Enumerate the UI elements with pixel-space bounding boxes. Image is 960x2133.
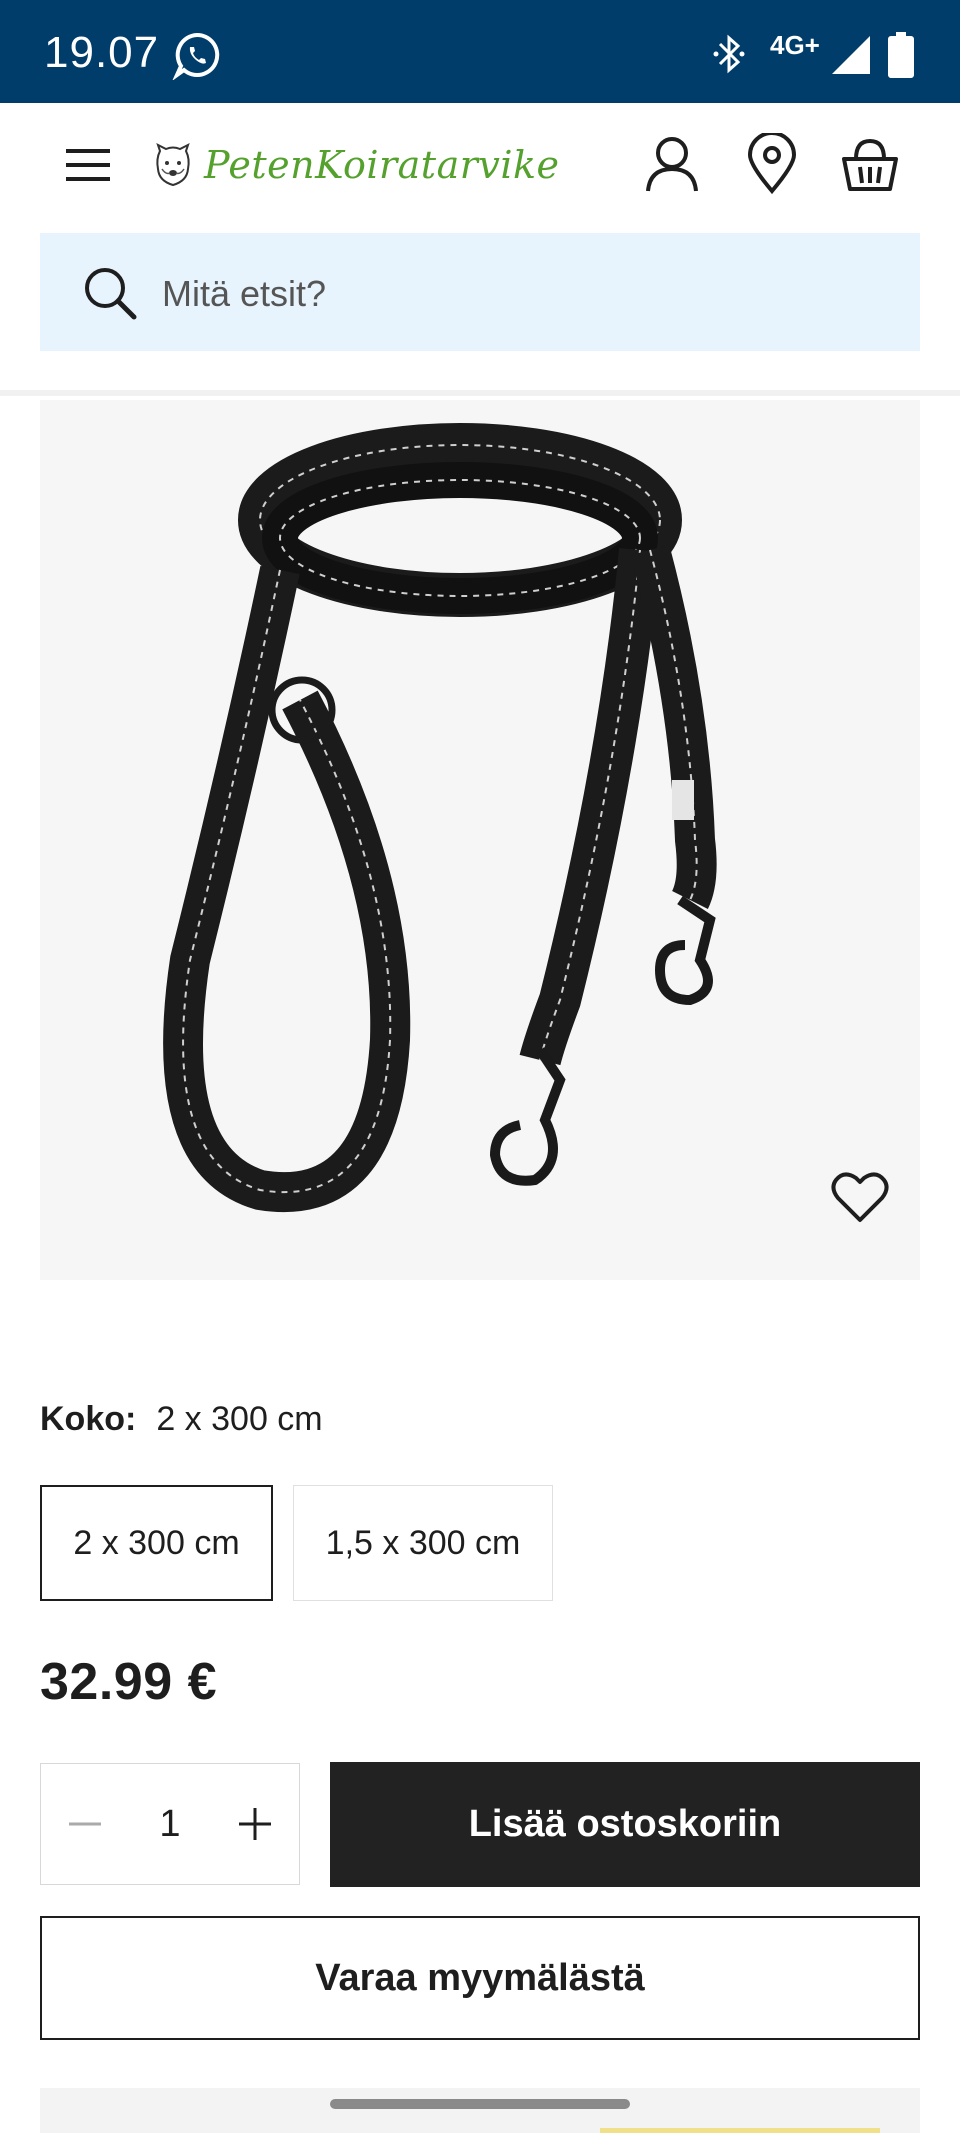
status-bar: 19.07 4G+: [0, 0, 960, 103]
status-time: 19.07: [44, 28, 160, 77]
home-indicator[interactable]: [330, 2099, 630, 2109]
search-input[interactable]: [160, 258, 884, 330]
network-type: 4G+: [770, 30, 820, 60]
product-image[interactable]: [40, 400, 920, 1280]
search-icon: [85, 268, 137, 320]
site-logo[interactable]: PetenKoiratarvike: [154, 135, 560, 195]
size-option-2x300[interactable]: 2 x 300 cm: [40, 1485, 273, 1601]
reserve-in-store-button[interactable]: Varaa myymälästä: [40, 1916, 920, 2040]
battery-icon: [888, 32, 914, 78]
account-icon[interactable]: [642, 133, 702, 195]
bottom-section: [40, 2088, 920, 2133]
minus-icon[interactable]: [55, 1794, 115, 1854]
quantity-stepper: 1: [40, 1763, 300, 1885]
logo-text: PetenKoiratarvike: [204, 143, 560, 187]
basket-icon[interactable]: [840, 133, 900, 195]
heart-icon[interactable]: [830, 1168, 890, 1224]
header-divider: [0, 390, 960, 396]
size-label: Koko:: [40, 1400, 137, 1438]
site-header: PetenKoiratarvike: [0, 103, 960, 233]
product-price: 32.99 €: [40, 1653, 217, 1711]
size-option-1-5x300[interactable]: 1,5 x 300 cm: [293, 1485, 553, 1601]
dog-logo-icon: [156, 143, 190, 187]
bluetooth-icon: [713, 34, 745, 74]
size-value: 2 x 300 cm: [156, 1400, 323, 1438]
menu-icon[interactable]: [64, 143, 114, 187]
signal-icon: [832, 36, 870, 74]
whatsapp-icon: [172, 32, 220, 80]
location-icon[interactable]: [742, 133, 802, 195]
dog-leash-image: [163, 423, 717, 1213]
bottom-highlight: [600, 2128, 880, 2133]
search-bar[interactable]: [40, 233, 920, 351]
quantity-value[interactable]: 1: [121, 1764, 219, 1884]
plus-icon[interactable]: [225, 1794, 285, 1854]
size-selection-label: Koko: 2 x 300 cm: [40, 1400, 323, 1439]
add-to-cart-button[interactable]: Lisää ostoskoriin: [330, 1762, 920, 1887]
